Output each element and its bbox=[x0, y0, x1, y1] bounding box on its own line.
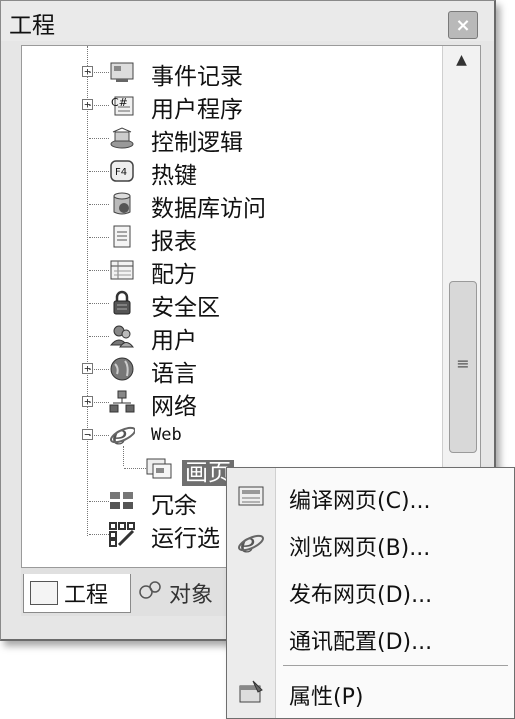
tree-item-label: 用户程序 bbox=[151, 97, 243, 123]
tree-item-label: 语言 bbox=[151, 361, 197, 387]
database-icon bbox=[109, 191, 135, 217]
project-tab-icon bbox=[30, 581, 58, 605]
tree-item-label: 网络 bbox=[151, 394, 197, 420]
panel-title: 工程 bbox=[9, 13, 55, 39]
event-log-icon bbox=[109, 59, 135, 85]
close-button[interactable]: × bbox=[448, 11, 478, 39]
tree-item-label: 运行选 bbox=[151, 526, 220, 552]
svg-text:F4: F4 bbox=[115, 167, 127, 178]
redundancy-icon bbox=[109, 488, 135, 514]
csharp-script-icon: C# bbox=[109, 92, 135, 118]
tree-item-label: 用户 bbox=[151, 328, 197, 354]
run-options-icon bbox=[109, 521, 135, 547]
network-icon bbox=[109, 389, 135, 415]
ie-icon: e bbox=[237, 529, 265, 557]
globe-icon bbox=[109, 356, 135, 382]
users-icon bbox=[109, 323, 135, 349]
tree-item-label: 事件记录 bbox=[151, 64, 243, 90]
tree-item-label: 数据库访问 bbox=[151, 196, 266, 222]
tab-project[interactable]: 工程 bbox=[23, 574, 131, 613]
tree-item-label: 控制逻辑 bbox=[151, 130, 243, 156]
menu-item-publish[interactable]: 发布网页(D)... bbox=[227, 568, 514, 612]
scroll-up-arrow-icon[interactable]: ▲ bbox=[443, 52, 480, 72]
ie-icon: e bbox=[109, 421, 135, 449]
tree-trunk-line bbox=[87, 46, 88, 536]
properties-icon bbox=[237, 679, 265, 705]
menu-item-compile[interactable]: 编译网页(C)... bbox=[227, 474, 514, 518]
close-icon: × bbox=[455, 15, 471, 36]
web-child-line bbox=[123, 446, 124, 466]
tree-item-label: 配方 bbox=[151, 262, 197, 288]
compile-icon bbox=[237, 483, 265, 509]
menu-item-label: 通讯配置(D)... bbox=[289, 630, 433, 655]
tree-item-label: 报表 bbox=[151, 229, 197, 255]
tree-item-label: Web bbox=[151, 425, 182, 445]
web-page-icon bbox=[146, 455, 172, 481]
context-menu: 编译网页(C)... e 浏览网页(B)... 发布网页(D)... 通讯配置(… bbox=[226, 467, 515, 719]
objects-tab-icon bbox=[137, 578, 163, 608]
recipe-icon bbox=[109, 257, 135, 283]
grip-icon: ≡ bbox=[456, 354, 470, 373]
tree-item-label: 冗余 bbox=[151, 493, 197, 519]
menu-item-label: 浏览网页(B)... bbox=[289, 536, 431, 561]
scroll-thumb[interactable]: ≡ bbox=[449, 281, 477, 453]
menu-separator bbox=[283, 665, 508, 666]
menu-item-label: 发布网页(D)... bbox=[289, 583, 433, 608]
report-icon bbox=[109, 224, 135, 250]
hotkey-icon: F4 bbox=[109, 158, 135, 184]
menu-item-browse[interactable]: e 浏览网页(B)... bbox=[227, 521, 514, 565]
panel-titlebar: 工程 × bbox=[1, 1, 494, 41]
menu-item-properties[interactable]: 属性(P) bbox=[227, 670, 514, 714]
lock-icon bbox=[109, 290, 135, 316]
tab-label: 对象 bbox=[169, 583, 214, 608]
control-logic-icon bbox=[109, 125, 135, 151]
tree-item-label: 热键 bbox=[151, 163, 197, 189]
menu-item-comm-config[interactable]: 通讯配置(D)... bbox=[227, 615, 514, 659]
menu-item-label: 编译网页(C)... bbox=[289, 489, 431, 514]
tree-item-label: 安全区 bbox=[151, 295, 220, 321]
tab-label: 工程 bbox=[64, 583, 109, 608]
menu-item-label: 属性(P) bbox=[289, 685, 364, 710]
